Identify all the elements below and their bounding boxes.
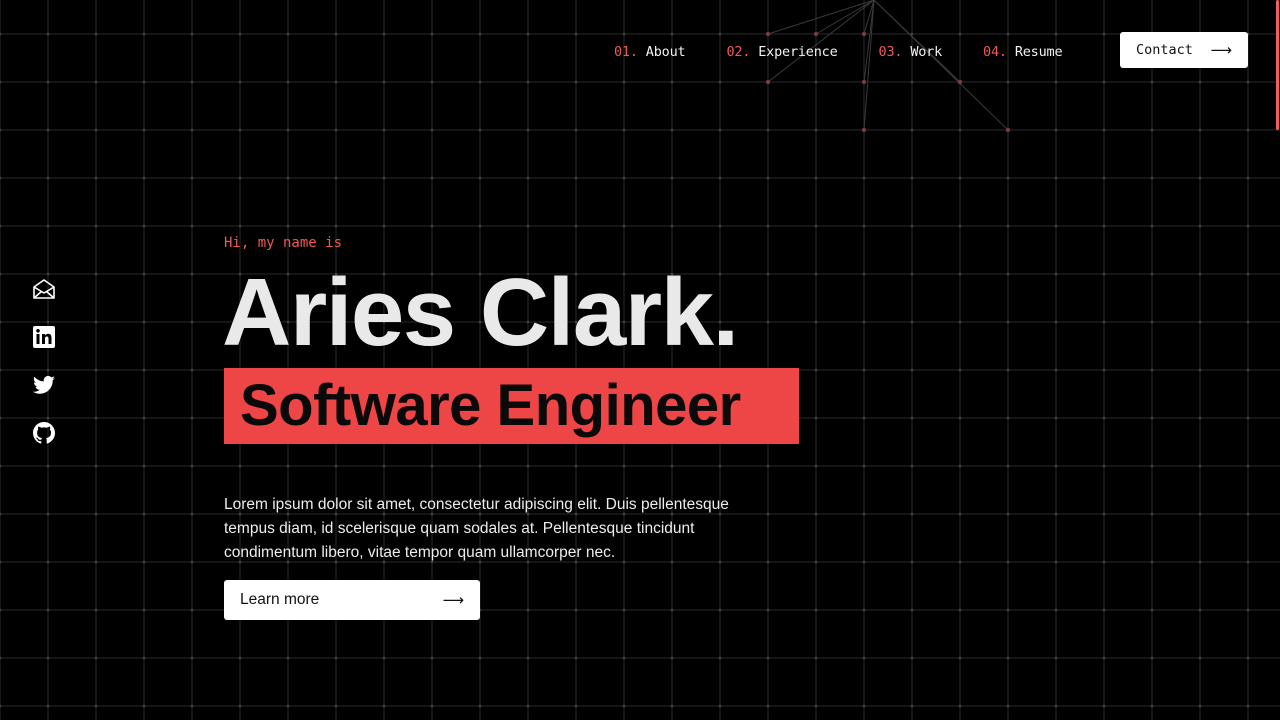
greeting-text: Hi, my name is xyxy=(224,235,343,251)
contact-button-label: Contact xyxy=(1136,42,1193,58)
nav-item-experience[interactable]: 02. Experience xyxy=(726,44,837,60)
arrow-right-icon: ⟶ xyxy=(1210,41,1232,59)
linkedin-icon[interactable] xyxy=(32,325,56,349)
nav-item-number: 03. xyxy=(878,44,903,60)
learn-more-button[interactable]: Learn more ⟶ xyxy=(224,580,480,620)
nav-item-resume[interactable]: 04. Resume xyxy=(983,44,1063,60)
nav-item-label: Work xyxy=(910,44,943,60)
mail-icon[interactable] xyxy=(32,277,56,301)
nav-item-label: Experience xyxy=(758,44,838,60)
main-nav: 01. About 02. Experience 03. Work 04. Resume xyxy=(614,44,1103,60)
hero-name: Aries Clark. xyxy=(222,259,739,366)
github-icon[interactable] xyxy=(32,421,56,445)
nav-item-work[interactable]: 03. Work xyxy=(879,44,943,60)
scroll-indicator[interactable] xyxy=(1276,0,1279,130)
hero-role: Software Engineer xyxy=(240,373,741,438)
arrow-right-icon: ⟶ xyxy=(442,591,464,609)
hero-role-banner: Software Engineer xyxy=(224,368,799,444)
social-links xyxy=(32,277,56,469)
learn-more-label: Learn more xyxy=(240,591,320,608)
twitter-icon[interactable] xyxy=(32,373,56,397)
nav-item-number: 02. xyxy=(726,44,751,60)
nav-item-number: 01. xyxy=(614,44,638,60)
contact-button[interactable]: Contact ⟶ xyxy=(1120,32,1248,68)
nav-item-label: Resume xyxy=(1014,44,1063,60)
hero-description: Lorem ipsum dolor sit amet, consectetur … xyxy=(224,495,729,561)
nav-item-label: About xyxy=(645,44,686,60)
nav-item-about[interactable]: 01. About xyxy=(614,44,686,60)
nav-item-number: 04. xyxy=(983,44,1007,60)
